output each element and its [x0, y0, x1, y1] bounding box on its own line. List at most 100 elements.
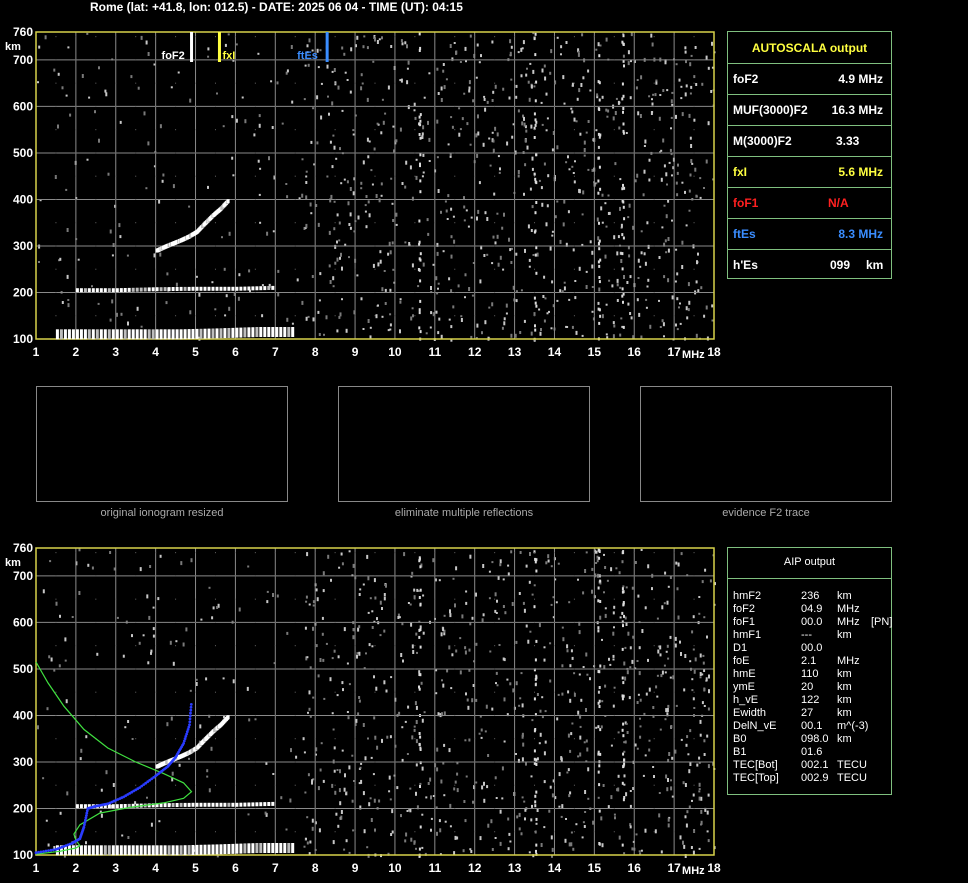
grid-dot: [454, 245, 456, 247]
noise-dot: [510, 45, 513, 49]
noise-dot: [413, 725, 416, 728]
grid-dot: [693, 575, 695, 577]
noise-dot: [687, 308, 690, 312]
noise-dot: [550, 49, 553, 54]
autoscala-row-fof1: foF1 N/A: [728, 187, 891, 218]
grid-dot: [593, 621, 595, 623]
noise-streak: [534, 32, 537, 36]
trace-point: [259, 286, 263, 291]
noise-dot: [235, 43, 238, 46]
noise-dot: [127, 720, 130, 723]
noise-dot: [264, 811, 267, 815]
noise-dot: [546, 117, 549, 120]
grid-dot: [653, 315, 655, 317]
grid-dot: [573, 105, 575, 107]
noise-streak: [419, 299, 422, 303]
noise-dot: [690, 159, 693, 163]
computed-trace-dot: [85, 809, 89, 813]
noise-dot: [440, 210, 442, 214]
noise-dot: [452, 577, 455, 580]
noise-dot: [626, 731, 629, 734]
noise-dot: [618, 126, 621, 130]
noise-dot: [399, 329, 401, 334]
grid-dot: [613, 691, 615, 693]
noise-dot: [623, 774, 626, 778]
noise-dot: [506, 678, 509, 681]
noise-dot: [253, 133, 256, 137]
grid-dot: [354, 152, 356, 154]
grid-dot: [294, 621, 296, 623]
noise-dot: [472, 800, 474, 804]
noise-dot: [411, 196, 414, 201]
grid-dot: [135, 621, 137, 623]
noise-dot: [688, 209, 691, 212]
grid-dot: [494, 575, 496, 577]
noise-dot: [131, 738, 134, 740]
noise-dot: [616, 251, 619, 256]
noise-dot: [619, 333, 622, 337]
noise-dot: [413, 840, 416, 844]
noise-dot: [538, 179, 541, 182]
noise-dot: [319, 768, 322, 772]
noise-dot: [689, 173, 692, 177]
trace-point: [59, 329, 63, 340]
grid-dot: [234, 129, 236, 131]
trace-point: [163, 287, 167, 292]
noise-dot: [658, 792, 661, 794]
grid-dot: [534, 621, 536, 623]
noise-dot: [80, 748, 83, 753]
noise-dot: [685, 743, 688, 747]
grid-dot: [334, 59, 336, 61]
grid-dot: [693, 245, 695, 247]
trace-point: [123, 804, 127, 808]
noise-dot: [331, 657, 334, 660]
grid-dot: [314, 668, 316, 670]
trace-point: [167, 329, 171, 340]
noise-dot: [503, 317, 506, 321]
grid-dot: [613, 645, 615, 647]
noise-dot: [483, 781, 485, 786]
grid-dot: [414, 784, 416, 786]
noise-dot: [614, 816, 616, 820]
noise-dot: [530, 818, 533, 822]
noise-dot: [612, 658, 615, 661]
x-tick-label: 9: [352, 345, 359, 359]
noise-dot: [444, 200, 447, 203]
noise-dot: [435, 692, 438, 695]
noise-dot: [629, 275, 632, 279]
grid-dot: [553, 621, 555, 623]
noise-dot: [684, 46, 687, 50]
y-tick-label: 100: [13, 848, 33, 862]
noise-dot: [417, 285, 420, 288]
noise-dot: [366, 97, 369, 102]
noise-dot: [580, 698, 583, 702]
noise-dot: [515, 95, 518, 99]
noise-dot: [165, 301, 168, 305]
noise-dot: [532, 69, 535, 74]
noise-dot: [664, 239, 667, 243]
noise-dot: [448, 318, 451, 321]
trace-point: [71, 845, 75, 856]
grid-dot: [254, 761, 256, 763]
noise-dot: [357, 712, 360, 716]
trace-point: [207, 802, 211, 807]
autoscala-row-muf: MUF(3000)F2 16.3 MHz: [728, 94, 891, 125]
noise-dot: [663, 164, 666, 168]
noise-dot: [225, 294, 228, 298]
noise-dot: [362, 45, 365, 49]
noise-dot: [674, 636, 677, 641]
aip-unit: TECU: [837, 772, 867, 784]
noise-dot: [427, 120, 429, 125]
grid-dot: [434, 198, 436, 200]
noise-dot: [406, 810, 409, 812]
noise-dot: [464, 819, 467, 823]
noise-dot: [494, 776, 497, 780]
noise-dot: [700, 286, 703, 290]
grid-dot: [593, 645, 595, 647]
grid-dot: [115, 36, 117, 38]
grid-dot: [175, 645, 177, 647]
grid-dot: [613, 621, 615, 623]
y-tick-label: 400: [13, 192, 33, 206]
noise-dot: [373, 147, 376, 151]
noise-dot: [430, 795, 432, 800]
